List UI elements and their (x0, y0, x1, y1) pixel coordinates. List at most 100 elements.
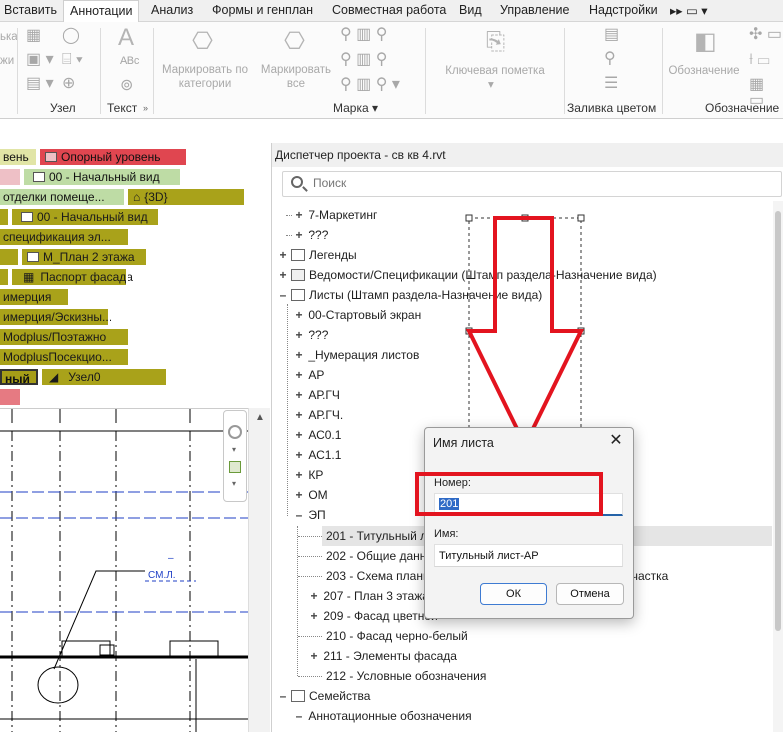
tree-item[interactable]: + АР.ГЧ (293, 385, 339, 405)
beam-annotation-icon[interactable]: ⟊ ▭ (749, 52, 770, 68)
text-dialog-launcher[interactable]: » (143, 103, 148, 113)
view-tag[interactable]: ▦ Паспорт фасада (10, 267, 133, 287)
view-tag[interactable]: М_План 2 этажа (20, 247, 148, 267)
view-tag[interactable] (0, 247, 20, 267)
view-tag[interactable]: имерция (0, 287, 70, 307)
tree-item[interactable]: + 209 - Фасад цветной (308, 606, 437, 626)
view-tag[interactable]: отделки помеще... (0, 187, 126, 207)
pipe-legend-icon[interactable]: ☰ (604, 76, 618, 92)
tag-all-icon[interactable]: ⎔ (284, 30, 305, 54)
symbol-icon[interactable]: ◧ (694, 30, 717, 54)
tag-by-category-button[interactable]: Маркировать по категории (156, 63, 254, 91)
symbol-button[interactable]: Обозначение (666, 64, 742, 78)
canvas-vertical-scrollbar[interactable]: ▲ (248, 408, 270, 732)
tree-item[interactable]: + ??? (293, 325, 328, 345)
tab-collaborate[interactable]: Совместная работа (332, 3, 446, 17)
chevron-down-icon[interactable]: ▾ (232, 479, 236, 488)
cancel-button[interactable]: Отмена (556, 583, 624, 605)
tree-item-sheets[interactable]: – Листы (Штамп раздела-Назначение вида) (277, 285, 543, 305)
view-tag[interactable]: ModplusПосекцио... (0, 347, 130, 367)
ribbon-panel: ька жи ▦ ◯ ▣ ▾ ⌸ ▾ ▤ ▾ ⊕ Узел A ᴬᴮᶜ ⊚ Те… (0, 22, 783, 119)
color-fill-legend-icon[interactable]: ▤ (604, 27, 619, 43)
tree-item-legends[interactable]: + Легенды (277, 245, 356, 265)
view-tag[interactable]: спецификация эл... (0, 227, 130, 247)
revision-cloud-icon[interactable]: ⌸ ▾ (62, 52, 83, 68)
keynote-icon[interactable]: ⎘ (486, 30, 505, 54)
tree-item[interactable]: + АС0.1 (293, 425, 341, 445)
tab-analyze[interactable]: Анализ (151, 3, 193, 17)
tab-massing-site[interactable]: Формы и генплан (212, 3, 313, 17)
house-icon: ⌂ (133, 190, 141, 204)
search-input[interactable] (313, 176, 613, 190)
component-icon[interactable]: ▣ ▾ (26, 52, 54, 68)
view-tag[interactable]: ⌂ {3D} (126, 187, 246, 207)
tree-item[interactable]: + ??? (293, 225, 328, 245)
view-tag[interactable] (0, 167, 22, 187)
view-tag[interactable] (0, 267, 10, 287)
detail-group-icon[interactable]: ⊕ (62, 76, 75, 92)
insulation-icon[interactable]: ▤ ▾ (26, 76, 54, 92)
keynote-button[interactable]: Ключевая пометка (436, 64, 554, 78)
text-icon[interactable]: A (118, 26, 134, 50)
sheet-name-field[interactable]: Титульный лист-АР (434, 544, 623, 567)
duct-legend-icon[interactable]: ⚲ (604, 51, 616, 67)
tree-item[interactable]: – Аннотационные обозначения (293, 706, 472, 726)
project-browser-search[interactable] (282, 171, 782, 197)
tree-item[interactable]: + _Нумерация листов (293, 345, 419, 365)
view-tag[interactable] (0, 207, 10, 227)
view-tag[interactable]: 00 - Начальный вид (22, 167, 182, 187)
tree-item[interactable]: + 7-Маркетинг (293, 205, 377, 225)
tree-item[interactable]: + 207 - План 3 этажа (308, 586, 428, 606)
zoom-region-icon[interactable] (229, 461, 241, 473)
view-tag[interactable]: ◢ Узел0 (40, 367, 168, 387)
spelling-icon[interactable]: ᴬᴮᶜ (120, 56, 140, 72)
chevron-down-icon[interactable]: ▾ (232, 445, 236, 454)
multi-category-icon[interactable]: ⚲ ▥ ⚲ (340, 27, 387, 43)
drawing-annotation-label: СМ.Л. (148, 570, 176, 581)
detail-line-icon[interactable]: ▦ (26, 28, 41, 44)
material-tag-icon[interactable]: ⚲ ▥ ⚲ (340, 52, 387, 68)
tree-item[interactable]: + ОМ (293, 485, 327, 505)
keynote-dropdown-arrow[interactable]: ▾ (488, 78, 494, 92)
family-icon (291, 690, 305, 702)
name-label: Имя: (434, 528, 459, 540)
navigation-bar[interactable]: ▾ ▾ (223, 410, 247, 502)
sheet-number-field[interactable]: 201 (434, 493, 623, 516)
tab-addins[interactable]: Надстройки (589, 3, 658, 17)
tree-item[interactable]: – ЭП (293, 505, 326, 525)
tag-by-category-icon[interactable]: ⎔ (192, 30, 213, 54)
tag-all-button[interactable]: Маркировать все (254, 63, 338, 91)
span-direction-icon[interactable]: ✣ ▭ (749, 27, 782, 43)
tree-item-schedules[interactable]: + Ведомости/Спецификации (Штамп раздела-Н… (277, 265, 656, 285)
view-tag-active[interactable]: ный (0, 367, 40, 387)
tab-view[interactable]: Вид (459, 3, 482, 17)
view-tag[interactable]: имерция/Эскизны... (0, 307, 112, 327)
tree-item[interactable]: + АС1.1 (293, 445, 341, 465)
view-tag[interactable]: вень (0, 147, 38, 167)
tab-annotate[interactable]: Аннотации (63, 0, 140, 23)
region-icon[interactable]: ◯ (62, 28, 80, 44)
tree-item[interactable]: + 211 - Элементы фасада (308, 646, 456, 666)
view-tag[interactable]: Modplus/Поэтажно (0, 327, 130, 347)
browser-scrollbar[interactable] (773, 201, 783, 732)
area-tag-icon[interactable]: ⚲ ▥ ⚲ ▾ (340, 77, 400, 93)
view-tag[interactable]: Опорный уровень (38, 147, 188, 167)
tree-item[interactable]: + АР.ГЧ. (293, 405, 343, 425)
tree-item[interactable]: + 00-Стартовый экран (293, 305, 421, 325)
close-icon[interactable]: ✕ (607, 432, 625, 450)
view-tag[interactable]: 00 - Начальный вид (10, 207, 160, 227)
tree-item[interactable]: 210 - Фасад черно-белый (326, 626, 468, 646)
ribbon-overflow-button[interactable]: ▸▸ ▭ ▾ (670, 3, 708, 18)
tree-item[interactable]: + АР (293, 365, 324, 385)
drawing-view[interactable]: СМ.Л. – (0, 408, 248, 732)
tree-item[interactable]: 212 - Условные обозначения (326, 666, 486, 686)
scroll-up-arrow[interactable]: ▲ (255, 412, 265, 423)
tab-insert[interactable]: Вставить (4, 3, 57, 17)
tree-item-families[interactable]: – Семейства (277, 686, 371, 706)
tab-manage[interactable]: Управление (500, 3, 570, 17)
view-tag[interactable] (0, 387, 22, 407)
tree-item[interactable]: + КР (293, 465, 323, 485)
steering-wheel-icon[interactable] (228, 425, 242, 439)
find-replace-icon[interactable]: ⊚ (120, 78, 133, 94)
ok-button[interactable]: ОК (480, 583, 547, 605)
